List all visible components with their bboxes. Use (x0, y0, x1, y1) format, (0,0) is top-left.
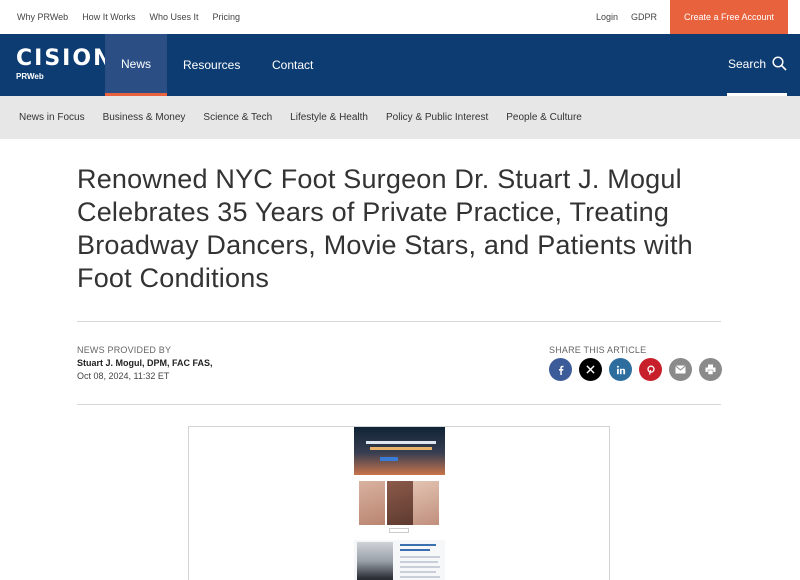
divider (77, 321, 721, 322)
publish-date: Oct 08, 2024, 11:32 ET (77, 371, 170, 381)
category-bar: News in Focus Business & Money Science &… (0, 96, 800, 139)
utility-links: Why PRWeb How It Works Who Uses It Prici… (17, 12, 254, 22)
doc-text-line (400, 561, 438, 563)
email-icon[interactable] (669, 358, 692, 381)
news-provided-label: NEWS PROVIDED BY (77, 345, 172, 355)
create-account-button[interactable]: Create a Free Account (670, 0, 788, 34)
utility-bar: Why PRWeb How It Works Who Uses It Prici… (0, 0, 800, 34)
image-hero-banner (354, 427, 445, 475)
share-block: SHARE THIS ARTICLE (549, 345, 729, 381)
search-button[interactable]: Search (727, 34, 787, 96)
foot-photo (359, 481, 385, 525)
foot-photo (387, 481, 413, 525)
x-icon[interactable] (579, 358, 602, 381)
main-navigation: CISION® PRWeb News Resources Contact Sea… (0, 34, 800, 96)
pinterest-icon[interactable] (639, 358, 662, 381)
how-it-works-link[interactable]: How It Works (82, 12, 135, 22)
doc-text-line (400, 576, 440, 578)
category-science-tech[interactable]: Science & Tech (203, 112, 272, 123)
image-hero-line (366, 441, 436, 444)
doc-text-line (400, 549, 430, 551)
login-link[interactable]: Login (596, 12, 618, 22)
share-icons (549, 358, 729, 381)
foot-photo (413, 481, 439, 525)
who-uses-it-link[interactable]: Who Uses It (150, 12, 199, 22)
doctor-photo (357, 542, 393, 580)
gdpr-link[interactable]: GDPR (631, 12, 657, 22)
image-hero-line (370, 447, 432, 450)
doc-text-line (400, 556, 440, 558)
doc-text-line (400, 544, 436, 546)
doc-text-line (400, 571, 436, 573)
provider-name[interactable]: Stuart J. Mogul, DPM, FAC FAS, (77, 358, 213, 368)
nav-item-resources[interactable]: Resources (183, 34, 240, 96)
category-business-money[interactable]: Business & Money (103, 112, 186, 123)
news-provider-block: NEWS PROVIDED BY Stuart J. Mogul, DPM, F… (77, 345, 213, 381)
search-icon (772, 56, 787, 71)
account-links: Login GDPR Create a Free Account (596, 0, 800, 34)
category-lifestyle-health[interactable]: Lifestyle & Health (290, 112, 368, 123)
image-small-button (389, 528, 409, 533)
facebook-icon[interactable] (549, 358, 572, 381)
pricing-link[interactable]: Pricing (213, 12, 241, 22)
linkedin-icon[interactable] (609, 358, 632, 381)
article-headline: Renowned NYC Foot Surgeon Dr. Stuart J. … (77, 164, 693, 293)
image-hero-button (380, 457, 398, 461)
category-people-culture[interactable]: People & Culture (506, 112, 582, 123)
nav-item-contact[interactable]: Contact (272, 34, 313, 96)
logo-wordmark: CISION (16, 46, 114, 71)
search-label: Search (727, 56, 766, 71)
category-policy-public-interest[interactable]: Policy & Public Interest (386, 112, 488, 123)
divider (77, 404, 721, 405)
print-icon[interactable] (699, 358, 722, 381)
category-news-in-focus[interactable]: News in Focus (19, 112, 85, 123)
doc-text-line (400, 566, 440, 568)
nav-item-news[interactable]: News (105, 34, 167, 96)
share-label: SHARE THIS ARTICLE (549, 345, 647, 355)
doctor-section (354, 540, 445, 580)
article-image[interactable] (188, 426, 610, 580)
why-prweb-link[interactable]: Why PRWeb (17, 12, 68, 22)
